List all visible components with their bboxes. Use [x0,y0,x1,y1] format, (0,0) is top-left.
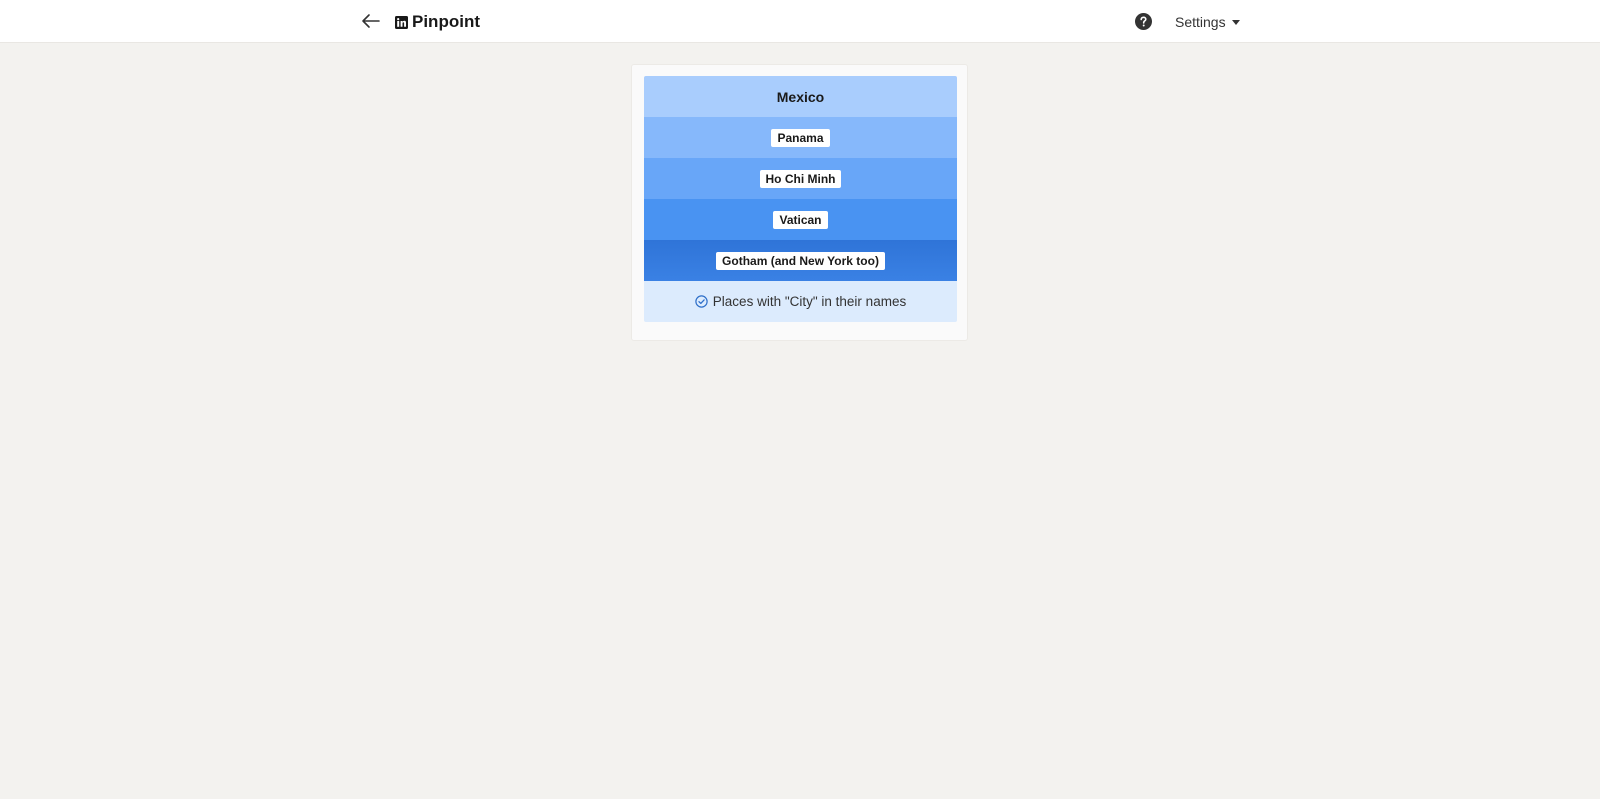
clue-row-5: Gotham (and New York too) [644,240,957,281]
clue-2-text: Panama [771,128,830,147]
back-button[interactable] [360,10,382,32]
clue-stack: Mexico Panama Ho Chi Minh Vatican Gotham… [644,76,957,322]
settings-dropdown[interactable]: Settings [1175,13,1240,31]
question-circle-icon [1135,13,1152,30]
brand-name: Pinpoint [412,12,480,31]
puzzle-card: Mexico Panama Ho Chi Minh Vatican Gotham… [631,64,968,341]
clue-3-text: Ho Chi Minh [759,169,842,188]
brand[interactable]: Pinpoint [395,11,480,33]
top-nav-bar: Pinpoint Settings [0,0,1600,43]
check-circle-icon [695,295,708,308]
clue-row-4: Vatican [644,199,957,240]
clue-1-text: Mexico [776,88,825,105]
arrow-left-icon [362,14,380,28]
clue-row-1: Mexico [644,76,957,117]
settings-label: Settings [1175,14,1226,30]
clue-row-2: Panama [644,117,957,158]
clue-row-3: Ho Chi Minh [644,158,957,199]
answer-text: Places with "City" in their names [712,294,907,309]
chevron-down-icon [1231,19,1240,25]
clue-4-text: Vatican [773,210,828,229]
help-button[interactable] [1135,13,1152,30]
clue-5-text: Gotham (and New York too) [716,251,885,270]
linkedin-logo-icon [395,15,408,29]
answer-row: Places with "City" in their names [644,281,957,322]
